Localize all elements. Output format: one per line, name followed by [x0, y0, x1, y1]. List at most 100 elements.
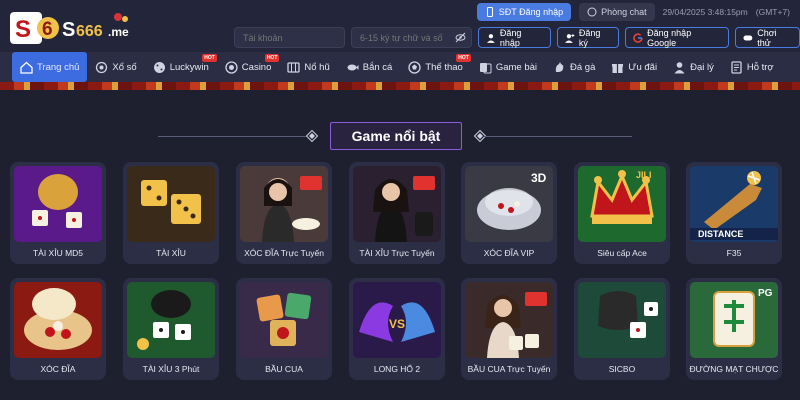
login-button[interactable]: Đăng nhập: [478, 27, 552, 48]
gamepad-icon: [743, 35, 753, 40]
sport-icon: [408, 60, 421, 74]
nav-item-card-games[interactable]: Game bài: [471, 52, 545, 82]
game-label: TÀI XỈU Trực Tuyến: [359, 248, 435, 258]
google-login-label: Đăng nhập Google: [647, 27, 692, 48]
game-card-taixiu-live[interactable]: TÀI XỈU Trực Tuyến: [349, 162, 445, 264]
nav-item-support[interactable]: Hỗ trợ: [722, 52, 782, 82]
try-play-button[interactable]: Chơi thử: [735, 27, 800, 48]
casino-icon: [225, 60, 238, 74]
game-card-xocdia-live[interactable]: XÓC ĐĨA Trực Tuyến: [236, 162, 332, 264]
game-label: Siêu cấp Ace: [597, 248, 647, 258]
site-logo[interactable]: S 6 S 666 .me: [10, 8, 132, 48]
nav-item-luckywin[interactable]: Luckywin HOT: [145, 52, 217, 82]
nav-label: Game bài: [495, 61, 537, 73]
nav-label: Hỗ trợ: [746, 61, 774, 73]
nav-label: Trang chủ: [37, 61, 80, 73]
game-label: TÀI XỈU MD5: [32, 248, 84, 258]
nav-item-agent[interactable]: Đại lý: [665, 52, 722, 82]
cards-icon: [479, 62, 492, 73]
taixiu-thumbnail: [127, 166, 215, 242]
xocdia-thumbnail: [14, 282, 102, 358]
sdt-login-button[interactable]: SĐT Đăng nhập: [476, 3, 572, 21]
svg-text:666: 666: [76, 23, 103, 40]
nav-item-fishing[interactable]: Bắn cá: [338, 52, 401, 82]
long-ho-2-thumbnail: VS: [353, 282, 441, 358]
nav-label: Thể thao: [425, 61, 463, 73]
nav-label: Đá gà: [570, 61, 596, 73]
nav-label: Bắn cá: [362, 61, 393, 73]
svg-text:JILI: JILI: [636, 170, 652, 180]
divider-left: [158, 136, 306, 137]
nav-item-lottery[interactable]: Xổ số: [87, 52, 144, 82]
game-card-sicbo[interactable]: SICBO: [574, 278, 670, 380]
game-label: XÓC ĐĨA Trực Tuyến: [244, 248, 324, 258]
nav-label: Luckywin: [169, 61, 209, 73]
duong-mat-chuoc-thumbnail: PG: [690, 282, 778, 358]
game-label: BẦU CUA Trực Tuyến: [467, 364, 551, 374]
game-card-taixiu[interactable]: TÀI XỈU: [123, 162, 219, 264]
nav-label: Đại lý: [690, 61, 714, 73]
xocdia-vip-thumbnail: 3D: [465, 166, 553, 242]
eye-off-icon[interactable]: [455, 32, 466, 43]
diamond-icon: [306, 130, 318, 142]
google-icon: [633, 32, 643, 43]
support-icon: [731, 60, 742, 74]
fish-icon: [347, 64, 359, 70]
user-plus-icon: [565, 33, 575, 43]
game-card-xocdia-vip[interactable]: 3D XÓC ĐĨA VIP: [461, 162, 557, 264]
game-label: ĐƯỜNG MẠT CHƯỢC: [689, 364, 779, 374]
svg-text:DISTANCE: DISTANCE: [698, 229, 743, 239]
dice-icon: [153, 61, 165, 73]
game-label: XÓC ĐĨA: [40, 364, 76, 374]
nav-item-sports[interactable]: Thể thao HOT: [400, 52, 471, 82]
game-label: TÀI XỈU: [156, 248, 186, 258]
game-card-bau-cua[interactable]: BẦU CUA: [236, 278, 332, 380]
game-label: XÓC ĐĨA VIP: [483, 248, 535, 258]
nav-label: Xổ số: [112, 61, 137, 73]
password-field: [351, 27, 472, 48]
svg-text:VS: VS: [389, 317, 405, 331]
game-card-taixiu-3-phut[interactable]: TÀI XỈU 3 Phút: [123, 278, 219, 380]
svg-text:.me: .me: [108, 25, 129, 39]
game-card-taixiu-md5[interactable]: TÀI XỈU MD5: [10, 162, 106, 264]
nav-item-promotions[interactable]: Ưu đãi: [603, 52, 665, 82]
svg-text:3D: 3D: [531, 171, 547, 185]
sicbo-thumbnail: [578, 282, 666, 358]
hot-badge: HOT: [264, 54, 280, 62]
nav-item-casino[interactable]: Casino HOT: [217, 52, 280, 82]
game-card-xocdia[interactable]: XÓC ĐĨA: [10, 278, 106, 380]
username-input[interactable]: [234, 27, 345, 48]
svg-text:PG: PG: [758, 288, 773, 299]
taixiu-live-thumbnail: [353, 166, 441, 242]
section-title: Game nổi bật: [330, 122, 462, 150]
google-login-button[interactable]: Đăng nhập Google: [625, 27, 730, 48]
register-button[interactable]: Đăng ký: [557, 27, 620, 48]
game-card-duong-mat-chuoc[interactable]: PG ĐƯỜNG MẠT CHƯỢC: [686, 278, 782, 380]
nav-item-cockfight[interactable]: Đá gà: [545, 52, 603, 82]
game-card-sieu-cap-ace[interactable]: JILI Siêu cấp Ace: [574, 162, 670, 264]
divider-right: [484, 136, 632, 137]
nav-item-slots[interactable]: Nổ hũ: [279, 52, 337, 82]
game-card-long-ho-2[interactable]: VS LONG HỔ 2: [349, 278, 445, 380]
chat-room-button[interactable]: Phòng chat: [579, 3, 655, 21]
banner-strip: [0, 82, 800, 90]
game-label: F35: [726, 248, 742, 258]
nav-label: Casino: [241, 61, 272, 73]
timezone: (GMT+7): [755, 7, 790, 17]
main-nav: Trang chủ Xổ số Luckywin HOT Casino HOT …: [0, 52, 800, 82]
try-play-label: Chơi thử: [757, 27, 777, 48]
user-icon: [486, 33, 495, 43]
nav-item-home[interactable]: Trang chủ: [12, 52, 88, 82]
game-card-bau-cua-live[interactable]: BẦU CUA Trực Tuyến: [461, 278, 557, 380]
datetime: 29/04/2025 3:48:15pm: [662, 7, 748, 17]
taixiu-3-phut-thumbnail: [127, 282, 215, 358]
xocdia-live-thumbnail: [240, 166, 328, 242]
agent-icon: [674, 61, 685, 73]
sieu-cap-ace-thumbnail: JILI: [578, 166, 666, 242]
svg-text:S: S: [15, 16, 31, 43]
rooster-icon: [555, 61, 564, 72]
game-card-f35[interactable]: DISTANCE F35: [686, 162, 782, 264]
home-icon: [20, 61, 33, 74]
password-input[interactable]: [351, 27, 472, 48]
login-label: Đăng nhập: [499, 27, 522, 48]
